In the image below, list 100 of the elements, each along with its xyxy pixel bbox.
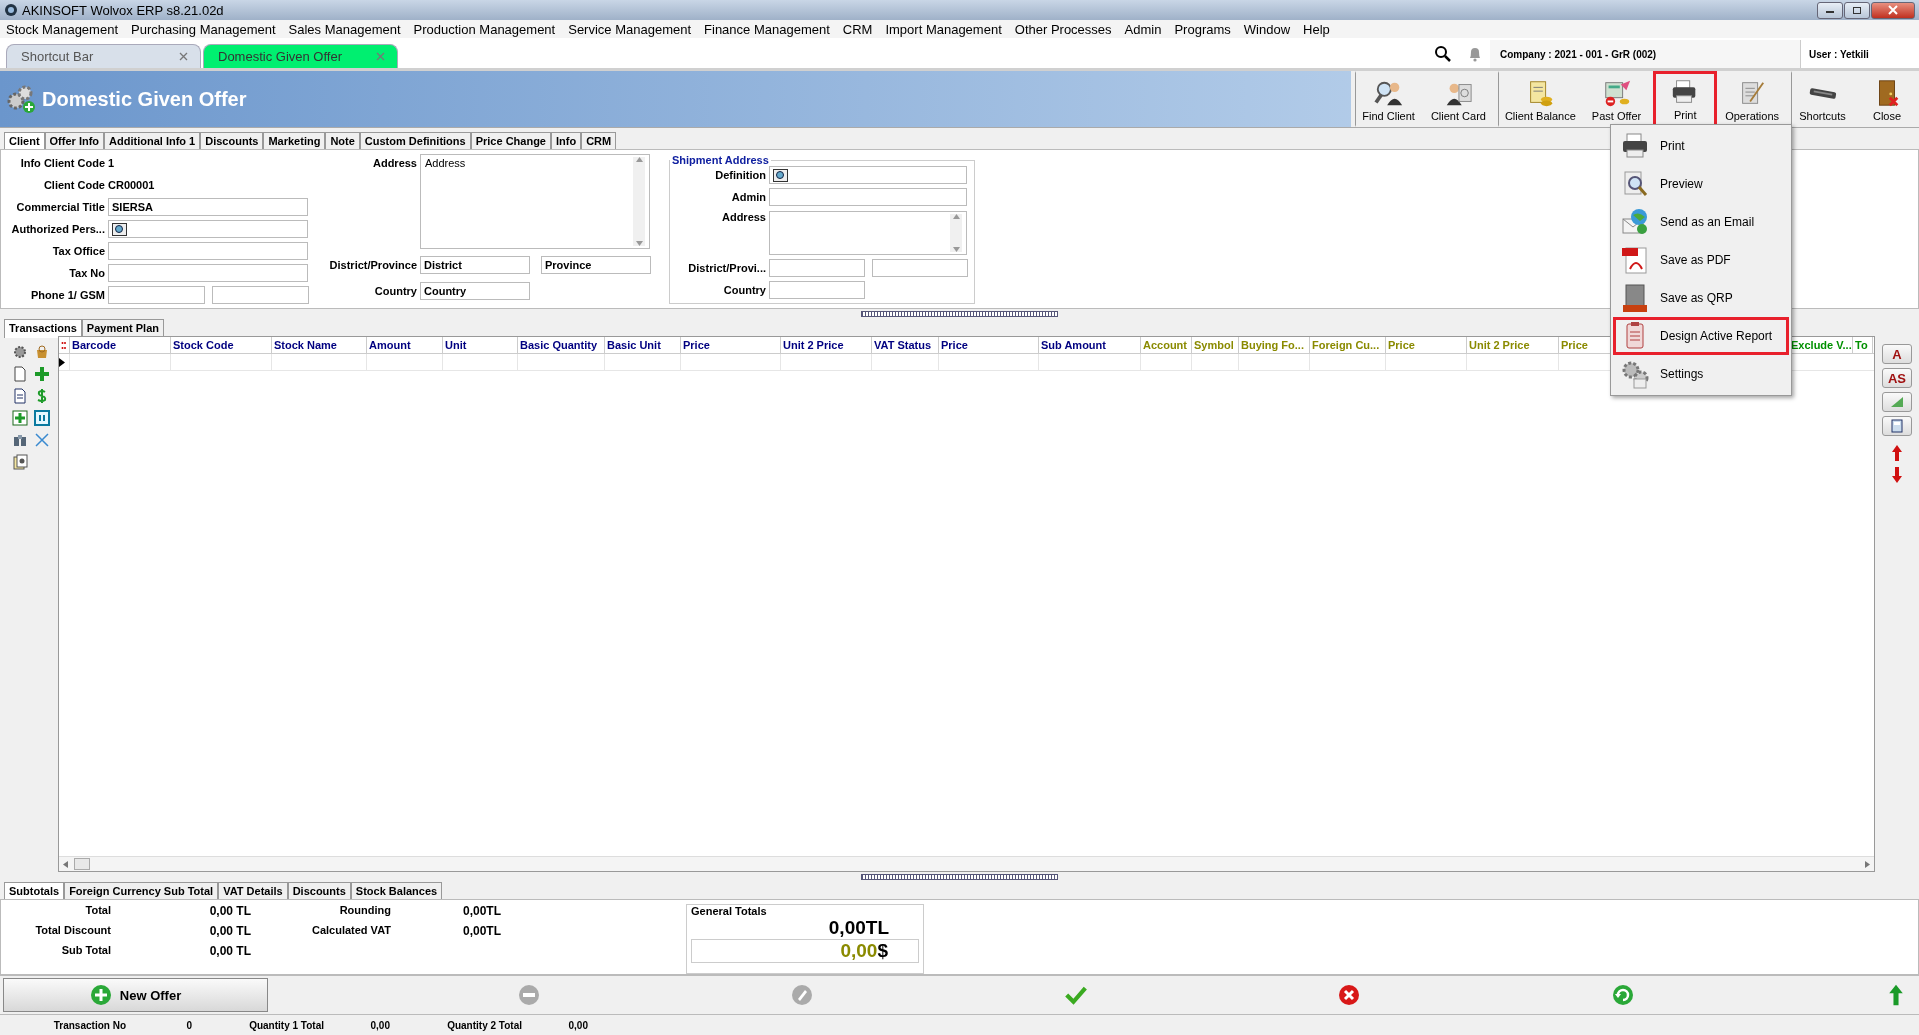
menu-item[interactable]: Import Management	[885, 21, 1002, 37]
menu-item[interactable]: Send as an Email	[1613, 203, 1789, 241]
input-field[interactable]: Country	[420, 282, 530, 300]
text-area[interactable]	[769, 210, 967, 255]
tab[interactable]: Discounts	[200, 132, 264, 149]
input-field[interactable]	[212, 286, 309, 304]
menu-item[interactable]: Settings	[1613, 355, 1789, 393]
input-field[interactable]	[108, 242, 308, 260]
tab[interactable]: Client	[4, 132, 45, 151]
menu-item[interactable]: Window	[1243, 21, 1291, 37]
scroll-down-icon[interactable]	[635, 241, 643, 246]
close-icon[interactable]	[179, 52, 188, 61]
scroll-thumb[interactable]	[74, 858, 90, 870]
menu-item[interactable]: Design Active Report	[1613, 317, 1789, 355]
column-header[interactable]: VAT Status	[872, 337, 939, 353]
menu-item[interactable]: Help	[1303, 21, 1330, 37]
menu-item[interactable]: Sales Management	[288, 21, 401, 37]
column-header[interactable]: Amount	[367, 337, 443, 353]
input-field[interactable]	[108, 264, 308, 282]
column-header[interactable]: Unit 2 Price	[781, 337, 872, 353]
lookup-field[interactable]	[769, 166, 967, 185]
input-field[interactable]: SIERSA	[108, 198, 308, 216]
tab[interactable]: Info	[551, 132, 582, 149]
column-header[interactable]: Sub Amount	[1039, 337, 1141, 353]
document-tab[interactable]: Domestic Given Offer	[203, 44, 398, 68]
input-field[interactable]: District	[420, 256, 530, 274]
toolbar-button[interactable]: Shortcuts	[1791, 71, 1855, 127]
format-button[interactable]: AS	[1882, 368, 1912, 388]
scroll-left-icon[interactable]	[63, 860, 68, 868]
column-header[interactable]: Stock Code	[171, 337, 272, 353]
menu-item[interactable]: Finance Management	[704, 21, 830, 37]
column-header[interactable]: Basic Unit	[605, 337, 681, 353]
input-field[interactable]: Province	[541, 256, 651, 274]
toolbar-button[interactable]: Client Card	[1422, 71, 1494, 127]
input-field[interactable]	[108, 286, 205, 304]
column-header[interactable]: Price	[939, 337, 1039, 353]
tab[interactable]: Marketing	[263, 132, 326, 149]
column-header[interactable]: Account	[1141, 337, 1192, 353]
document-lines-icon[interactable]	[12, 388, 28, 404]
toolbar-button[interactable]: Past Offer	[1583, 71, 1650, 127]
menu-item[interactable]: Save as QRP	[1613, 279, 1789, 317]
column-header[interactable]: Buying Fo...	[1239, 337, 1310, 353]
input-field[interactable]	[872, 258, 968, 277]
column-header[interactable]: Basic Quantity	[518, 337, 605, 353]
document-stack-icon[interactable]	[12, 454, 28, 470]
menu-item[interactable]: Stock Management	[6, 21, 118, 37]
bag-icon[interactable]	[34, 344, 50, 360]
chart-button[interactable]	[1882, 392, 1912, 412]
lookup-icon[interactable]	[773, 168, 788, 182]
column-header[interactable]: Unit 2 Price	[1467, 337, 1559, 353]
menu-item[interactable]: Purchasing Management	[131, 21, 276, 37]
close-icon[interactable]	[376, 52, 385, 61]
input-field[interactable]	[769, 258, 865, 277]
document-tab[interactable]: Shortcut Bar	[6, 44, 201, 68]
plus-box-icon[interactable]	[12, 410, 28, 426]
plus-icon[interactable]	[34, 366, 50, 382]
calculator-button[interactable]	[1882, 416, 1912, 436]
tab[interactable]: VAT Details	[218, 882, 288, 899]
format-button[interactable]: A	[1882, 344, 1912, 364]
menu-item[interactable]: Other Processes	[1014, 21, 1112, 37]
lookup-field[interactable]	[108, 220, 308, 238]
menu-item[interactable]: Admin	[1124, 21, 1162, 37]
tab[interactable]: Note	[325, 132, 360, 149]
toolbar-button[interactable]: Find Client	[1355, 71, 1423, 127]
close-button[interactable]	[1871, 1, 1915, 19]
menu-item[interactable]: Save as PDF	[1613, 241, 1789, 279]
input-field[interactable]	[769, 188, 967, 207]
tab[interactable]: Custom Definitions	[359, 132, 471, 149]
cancel-button[interactable]	[1336, 982, 1362, 1008]
input-field[interactable]	[769, 280, 865, 299]
page-icon[interactable]	[12, 366, 28, 382]
toolbar-button[interactable]: Client Balance	[1497, 71, 1584, 127]
column-header[interactable]: Foreign Cu...	[1310, 337, 1386, 353]
tab[interactable]: Stock Balances	[350, 882, 443, 899]
menu-item[interactable]: CRM	[842, 21, 873, 37]
minimize-button[interactable]	[1817, 1, 1843, 19]
column-header[interactable]: Stock Name	[272, 337, 367, 353]
tab[interactable]: Discounts	[287, 882, 351, 899]
up-arrow-icon[interactable]	[1891, 444, 1903, 462]
menu-item[interactable]: Production Management	[413, 21, 556, 37]
restore-button[interactable]	[1844, 1, 1870, 19]
tab[interactable]: Price Change	[470, 132, 551, 149]
tab[interactable]: Transactions	[4, 319, 82, 338]
menu-item[interactable]: Programs	[1174, 21, 1231, 37]
tab[interactable]: CRM	[581, 132, 617, 149]
toolbar-button[interactable]: Close	[1855, 71, 1919, 127]
bell-icon[interactable]	[1468, 46, 1482, 62]
column-header[interactable]: To	[1853, 337, 1873, 353]
down-arrow-icon[interactable]	[1891, 466, 1903, 484]
menu-item[interactable]: Print	[1613, 127, 1789, 165]
column-header[interactable]: Unit	[443, 337, 518, 353]
tab[interactable]: Offer Info	[44, 132, 105, 149]
scroll-right-icon[interactable]	[1865, 860, 1870, 868]
splitter-handle[interactable]	[861, 874, 1058, 880]
column-header[interactable]: Barcode	[70, 337, 171, 353]
binoculars-icon[interactable]	[12, 432, 28, 448]
column-header[interactable]: Symbol	[1192, 337, 1239, 353]
column-header[interactable]: Price	[681, 337, 781, 353]
menu-item[interactable]: Preview	[1613, 165, 1789, 203]
tab[interactable]: Additional Info 1	[104, 132, 201, 149]
